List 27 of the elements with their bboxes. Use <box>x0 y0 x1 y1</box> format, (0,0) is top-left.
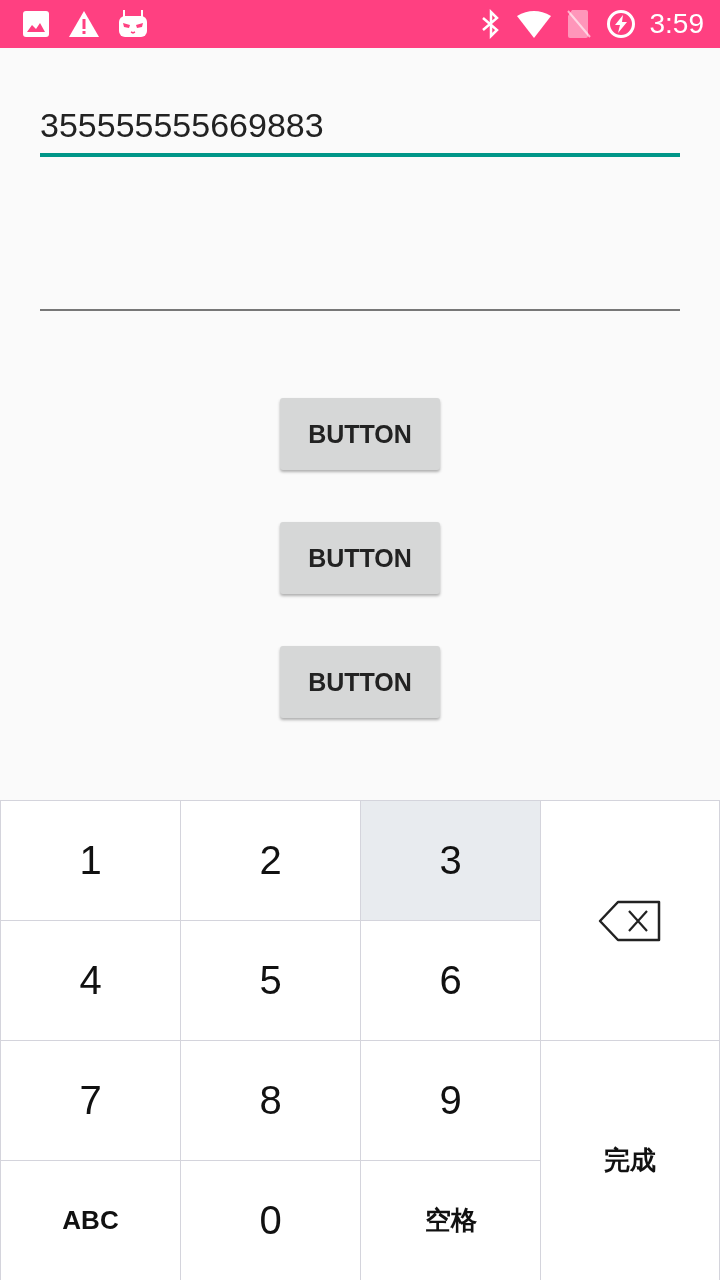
warning-icon <box>68 10 100 38</box>
text-field[interactable]: 355555555669883 <box>40 48 680 157</box>
key[interactable]: 6 <box>360 920 540 1040</box>
key[interactable]: 8 <box>180 1040 360 1160</box>
clock-time: 3:59 <box>649 8 704 40</box>
robot-face-icon <box>118 9 148 39</box>
key[interactable]: 9 <box>360 1040 540 1160</box>
backspace-key[interactable] <box>540 800 720 1040</box>
field-value: 355555555669883 <box>40 106 324 146</box>
image-icon <box>22 10 50 38</box>
backspace-icon <box>598 899 662 942</box>
action-button[interactable]: BUTTON <box>280 522 440 594</box>
key[interactable]: 0 <box>180 1160 360 1280</box>
done-key[interactable]: 完成 <box>540 1040 720 1280</box>
action-button[interactable]: BUTTON <box>280 398 440 470</box>
key[interactable]: 空格 <box>360 1160 540 1280</box>
key[interactable]: 5 <box>180 920 360 1040</box>
key[interactable]: 1 <box>0 800 180 920</box>
key[interactable]: 2 <box>180 800 360 920</box>
key[interactable]: 7 <box>0 1040 180 1160</box>
key[interactable]: ABC <box>0 1160 180 1280</box>
key[interactable]: 4 <box>0 920 180 1040</box>
wifi-icon <box>515 10 552 38</box>
action-button[interactable]: BUTTON <box>280 646 440 718</box>
key[interactable]: 3 <box>360 800 540 920</box>
battery-charging-icon <box>605 9 636 39</box>
no-sim-icon <box>565 9 592 39</box>
